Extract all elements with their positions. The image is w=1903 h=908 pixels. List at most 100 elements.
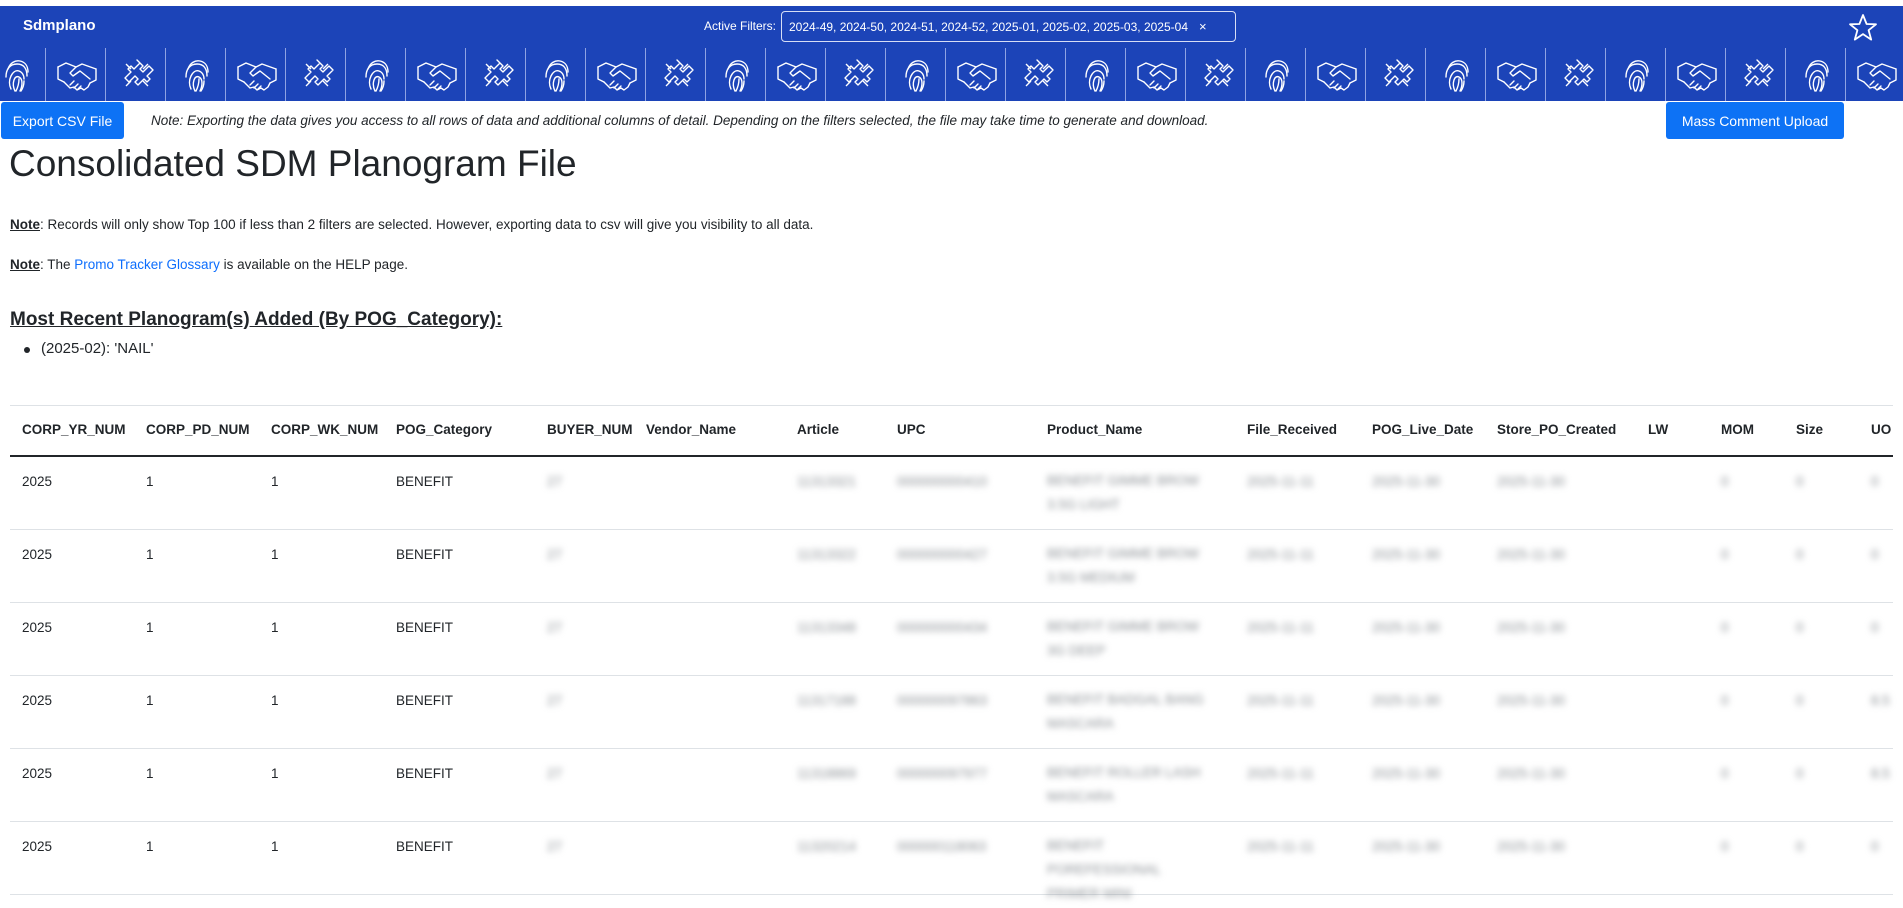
cell-buyer: 27 [547, 766, 563, 781]
column-header-uo[interactable]: UO [1871, 422, 1891, 437]
glossary-note: Note: The Promo Tracker Glossary is avai… [10, 257, 408, 272]
cell-cat: BENEFIT [396, 474, 454, 489]
handshake-icon [588, 48, 646, 101]
cell-live: 2025-11-30 [1372, 547, 1441, 562]
export-csv-button[interactable]: Export CSV File [1, 102, 124, 139]
cell-article: 11318869 [797, 766, 857, 781]
cell-live: 2025-11-30 [1372, 474, 1441, 489]
top-nav-bar: Sdmplano Active Filters: 2024-49, 2024-5… [0, 6, 1903, 48]
app-title[interactable]: Sdmplano [23, 17, 96, 34]
handshake-icon [228, 48, 286, 101]
cell-live: 2025-11-30 [1372, 693, 1441, 708]
icon-banner [0, 48, 1903, 101]
table-row: 2025 1 1 BENEFIT 27 11313321 000000000410 BENEF… [10, 457, 1893, 530]
glossary-note-prefix: : The [40, 257, 75, 272]
divider [10, 405, 1893, 406]
handshake-icon [408, 48, 466, 101]
cell-live: 2025-11-30 [1372, 839, 1441, 854]
cell-file: 2025-11-11 [1247, 693, 1315, 708]
cell-article: 11313348 [797, 620, 857, 635]
cell-cat: BENEFIT [396, 693, 454, 708]
cell-live: 2025-11-30 [1372, 620, 1441, 635]
records-note: Note: Records will only show Top 100 if … [10, 217, 813, 232]
cell-wk: 1 [271, 620, 279, 635]
cell-product: BENEFIT GIMME BROW 3G DEEP [1047, 619, 1200, 658]
cell-wk: 1 [271, 474, 279, 489]
cell-buyer: 27 [547, 474, 563, 489]
fingerprint-icon [1608, 48, 1666, 101]
cell-buyer: 27 [547, 547, 563, 562]
handshake-icon [1668, 48, 1726, 101]
cell-pd: 1 [146, 547, 154, 562]
column-header-lw[interactable]: LW [1648, 422, 1668, 437]
cell-lw: 0 [1721, 693, 1729, 708]
cell-buyer: 27 [547, 693, 563, 708]
cell-mom: 0 [1796, 620, 1804, 635]
star-outline-icon[interactable] [1848, 13, 1878, 43]
clear-filters-icon[interactable]: × [1199, 19, 1207, 34]
column-header-corp-wk-num[interactable]: CORP_WK_NUM [271, 422, 378, 437]
column-header-upc[interactable]: UPC [897, 422, 926, 437]
puzzle-hands-icon [1008, 48, 1066, 101]
cell-product: BENEFIT ROLLER LASH MASCARA [1047, 765, 1201, 804]
cell-buyer: 27 [547, 839, 563, 854]
column-header-store-po-created[interactable]: Store_PO_Created [1497, 422, 1616, 437]
glossary-note-suffix: is available on the HELP page. [219, 257, 408, 272]
column-header-pog-category[interactable]: POG_Category [396, 422, 492, 437]
cell-po: 2025-11-30 [1497, 693, 1566, 708]
page-title: Consolidated SDM Planogram File [9, 143, 577, 184]
cell-po: 2025-11-30 [1497, 839, 1566, 854]
cell-po: 2025-11-30 [1497, 766, 1566, 781]
puzzle-hands-icon [1368, 48, 1426, 101]
cell-size: 0 [1871, 620, 1879, 635]
note-label: Note [10, 217, 40, 232]
cell-wk: 1 [271, 547, 279, 562]
cell-wk: 1 [271, 839, 279, 854]
cell-mom: 0 [1796, 693, 1804, 708]
cell-size: 8.5 [1871, 766, 1890, 781]
active-filters-box[interactable]: 2024-49, 2024-50, 2024-51, 2024-52, 2025… [781, 11, 1236, 42]
fingerprint-icon [1248, 48, 1306, 101]
column-header-article[interactable]: Article [797, 422, 839, 437]
cell-pd: 1 [146, 839, 154, 854]
cell-pd: 1 [146, 766, 154, 781]
cell-lw: 0 [1721, 766, 1729, 781]
handshake-icon [1308, 48, 1366, 101]
column-header-corp-pd-num[interactable]: CORP_PD_NUM [146, 422, 250, 437]
handshake-icon [1488, 48, 1546, 101]
column-header-mom[interactable]: MOM [1721, 422, 1754, 437]
column-header-vendor-name[interactable]: Vendor_Name [646, 422, 736, 437]
column-header-size[interactable]: Size [1796, 422, 1823, 437]
fingerprint-icon [1068, 48, 1126, 101]
column-header-pog-live-date[interactable]: POG_Live_Date [1372, 422, 1473, 437]
cell-upc: 000000097977 [897, 766, 988, 781]
cell-yr: 2025 [22, 766, 53, 781]
recent-planograms-list: (2025-02): 'NAIL' [23, 340, 153, 357]
column-header-product-name[interactable]: Product_Name [1047, 422, 1142, 437]
cell-size: 8.5 [1871, 693, 1890, 708]
cell-cat: BENEFIT [396, 766, 454, 781]
fingerprint-icon [1428, 48, 1486, 101]
puzzle-hands-icon [648, 48, 706, 101]
cell-po: 2025-11-30 [1497, 620, 1566, 635]
cell-lw: 0 [1721, 620, 1729, 635]
cell-article: 11320214 [797, 839, 857, 854]
mass-comment-upload-button[interactable]: Mass Comment Upload [1666, 102, 1844, 139]
fingerprint-icon [708, 48, 766, 101]
column-header-file-received[interactable]: File_Received [1247, 422, 1337, 437]
cell-upc: 000000000434 [897, 620, 988, 635]
cell-yr: 2025 [22, 547, 53, 562]
fingerprint-icon [348, 48, 406, 101]
cell-lw: 0 [1721, 547, 1729, 562]
fingerprint-icon [1788, 48, 1846, 101]
puzzle-hands-icon [1548, 48, 1606, 101]
cell-mom: 0 [1796, 839, 1804, 854]
cell-wk: 1 [271, 693, 279, 708]
promo-tracker-glossary-link[interactable]: Promo Tracker Glossary [74, 257, 220, 272]
cell-yr: 2025 [22, 693, 53, 708]
handshake-icon [768, 48, 826, 101]
column-header-corp-yr-num[interactable]: CORP_YR_NUM [22, 422, 126, 437]
puzzle-hands-icon [828, 48, 886, 101]
table-row: 2025 1 1 BENEFIT 27 11313348 000000000434 BENEF… [10, 603, 1893, 676]
column-header-buyer-num[interactable]: BUYER_NUM [547, 422, 633, 437]
